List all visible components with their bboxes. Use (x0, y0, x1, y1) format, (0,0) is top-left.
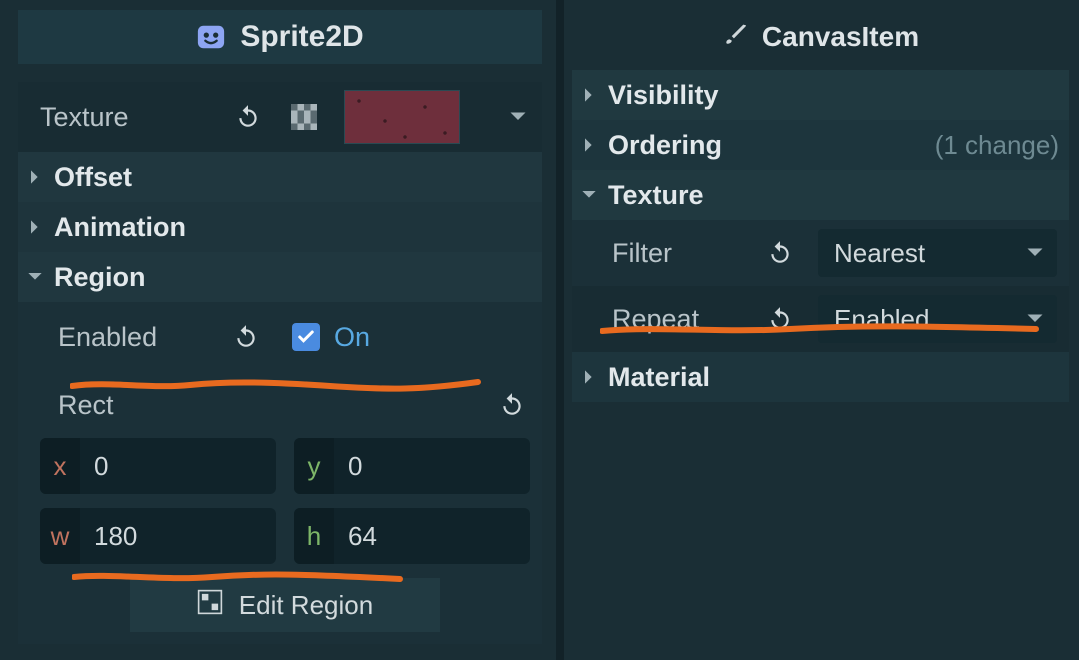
revert-icon[interactable] (230, 99, 266, 135)
property-region-enabled: Enabled On (18, 302, 542, 372)
property-region-rect: Rect x0 y0 w180 h64 Edit Region (18, 372, 542, 644)
property-texture: Texture (18, 82, 542, 152)
property-label: Enabled (58, 322, 228, 353)
inspector-panel-canvasitem: CanvasItem Visibility Ordering (1 change… (564, 0, 1079, 660)
texture-preview-icon[interactable] (286, 99, 322, 135)
property-filter: Filter Nearest (572, 220, 1069, 286)
section-animation[interactable]: Animation (18, 202, 542, 252)
change-count: (1 change) (935, 130, 1059, 161)
panel-divider[interactable] (556, 0, 564, 660)
section-region[interactable]: Region (18, 252, 542, 302)
select-value: Enabled (834, 304, 929, 335)
axis-label-y: y (294, 438, 334, 494)
rect-x-input[interactable]: x0 (40, 438, 276, 494)
axis-label-h: h (294, 508, 334, 564)
inspector-panel-sprite2d: Sprite2D Texture Offset Animation Reg (0, 0, 556, 660)
chevron-right-icon (580, 137, 598, 153)
brush-icon (722, 21, 748, 54)
section-label: Visibility (608, 80, 719, 111)
section-label: Material (608, 362, 710, 393)
section-label: Ordering (608, 130, 722, 161)
chevron-down-icon[interactable] (506, 105, 530, 129)
section-label: Animation (54, 212, 186, 243)
chevron-right-icon (26, 169, 44, 185)
rect-x-value: 0 (80, 451, 276, 482)
section-visibility[interactable]: Visibility (572, 70, 1069, 120)
chevron-down-icon (1023, 307, 1047, 331)
revert-icon[interactable] (494, 387, 530, 423)
rect-y-input[interactable]: y0 (294, 438, 530, 494)
class-title: CanvasItem (762, 21, 919, 53)
rect-h-value: 64 (334, 521, 530, 552)
property-repeat: Repeat Enabled (572, 286, 1069, 352)
revert-icon[interactable] (762, 301, 798, 337)
property-label: Repeat (612, 304, 762, 335)
chevron-right-icon (580, 87, 598, 103)
edit-region-button[interactable]: Edit Region (130, 578, 440, 632)
chevron-down-icon (26, 269, 44, 285)
filter-select[interactable]: Nearest (818, 229, 1057, 277)
axis-label-x: x (40, 438, 80, 494)
property-label: Rect (58, 390, 114, 421)
section-label: Texture (608, 180, 704, 211)
section-material[interactable]: Material (572, 352, 1069, 402)
node-header-sprite2d[interactable]: Sprite2D (18, 10, 542, 64)
chevron-right-icon (580, 369, 598, 385)
select-value: Nearest (834, 238, 925, 269)
rect-h-input[interactable]: h64 (294, 508, 530, 564)
node-title: Sprite2D (240, 20, 363, 54)
class-header-canvasitem[interactable]: CanvasItem (572, 10, 1069, 64)
checkbox-label: On (334, 322, 370, 353)
revert-icon[interactable] (762, 235, 798, 271)
section-texture[interactable]: Texture (572, 170, 1069, 220)
chevron-down-icon (580, 187, 598, 203)
property-label: Filter (612, 238, 762, 269)
axis-label-w: w (40, 508, 80, 564)
texture-thumbnail[interactable] (344, 90, 460, 144)
rect-w-input[interactable]: w180 (40, 508, 276, 564)
revert-icon[interactable] (228, 319, 264, 355)
rect-w-value: 180 (80, 521, 276, 552)
section-label: Offset (54, 162, 132, 193)
chevron-down-icon (1023, 241, 1047, 265)
section-offset[interactable]: Offset (18, 152, 542, 202)
section-ordering[interactable]: Ordering (1 change) (572, 120, 1069, 170)
grid-icon (197, 589, 223, 622)
repeat-select[interactable]: Enabled (818, 295, 1057, 343)
rect-y-value: 0 (334, 451, 530, 482)
checkbox-region-enabled[interactable] (292, 323, 320, 351)
sprite2d-icon (196, 22, 226, 52)
chevron-right-icon (26, 219, 44, 235)
section-label: Region (54, 262, 146, 293)
property-label: Texture (40, 102, 230, 133)
button-label: Edit Region (239, 590, 373, 621)
